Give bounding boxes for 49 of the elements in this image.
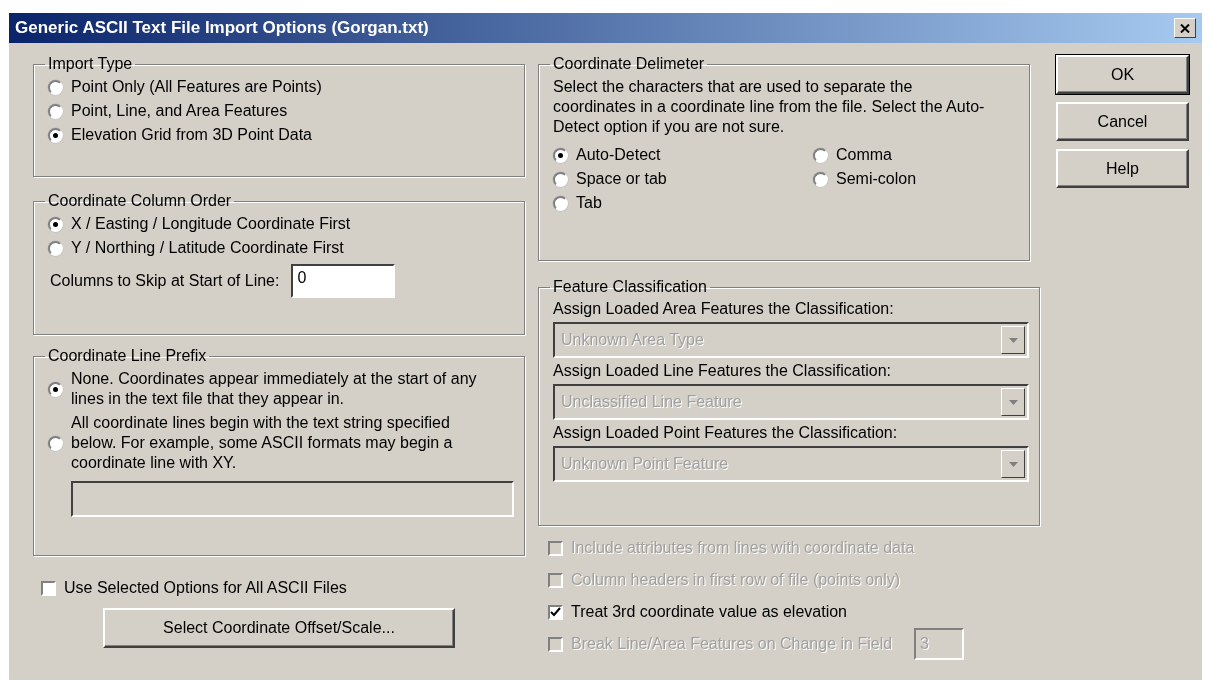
option-label: Point Only (All Features are Points) — [71, 77, 322, 97]
option-label: Point, Line, and Area Features — [71, 101, 288, 121]
field-label: Assign Loaded Area Features the Classification: — [553, 299, 895, 319]
input-field[interactable]: 0 — [291, 264, 396, 298]
radio-button[interactable] — [48, 240, 63, 256]
option-label: None. Coordinates appear immediately at the start of any lines in the text file that they appear in. — [71, 369, 478, 409]
group-title: Coordinate Line Prefix — [47, 347, 208, 365]
option-label: Semi-colon — [836, 169, 917, 189]
checkbox-label: Use Selected Options for All ASCII Files — [64, 578, 347, 598]
dropdown-arrow-icon — [1008, 461, 1018, 467]
dialog-button[interactable]: Cancel — [1056, 102, 1189, 141]
radio-button[interactable] — [813, 171, 828, 187]
option-label: Comma — [836, 145, 892, 165]
checkbox-label: Treat 3rd coordinate value as elevation — [571, 602, 847, 622]
offset-scale-button[interactable]: Select Coordinate Offset/Scale... — [103, 608, 455, 648]
dialog-button[interactable]: OK — [1056, 55, 1189, 94]
group-title: Feature Classification — [552, 278, 708, 296]
dropdown-arrow-icon — [1008, 399, 1018, 405]
radio-button[interactable] — [48, 381, 63, 397]
description-text: Select the characters that are used to separate the coordinates in a coordinate line from the file. Select the Auto-Detect option if you are not sure. — [553, 77, 986, 137]
group-title: Import Type — [47, 55, 134, 73]
radio-button[interactable] — [48, 435, 63, 451]
checkbox[interactable] — [41, 580, 56, 596]
window-title: Generic ASCII Text File Import Options (Gorgan.txt) — [15, 18, 429, 38]
dialog-button[interactable]: Help — [1056, 149, 1189, 188]
radio-button[interactable] — [48, 127, 63, 143]
radio-button[interactable] — [553, 147, 568, 163]
radio-button[interactable] — [48, 103, 63, 119]
option-label: X / Easting / Longitude Coordinate First — [71, 214, 351, 234]
option-label: Auto-Detect — [576, 145, 661, 165]
option-label: Y / Northing / Latitude Coordinate First — [71, 238, 344, 258]
close-button[interactable] — [1174, 18, 1196, 38]
field-label: Columns to Skip at Start of Line: — [50, 272, 280, 290]
radio-button[interactable] — [553, 195, 568, 211]
option-label: Tab — [576, 193, 602, 213]
group-title: Coordinate Column Order — [47, 192, 233, 210]
option-label: Space or tab — [576, 169, 667, 189]
checkbox[interactable] — [548, 604, 563, 620]
dropdown-arrow-icon — [1008, 337, 1018, 343]
option-label: Elevation Grid from 3D Point Data — [71, 125, 312, 145]
close-icon — [1180, 23, 1190, 33]
radio-button[interactable] — [813, 147, 828, 163]
radio-button[interactable] — [553, 171, 568, 187]
radio-button[interactable] — [48, 216, 63, 232]
radio-button[interactable] — [48, 79, 63, 95]
field-label: Assign Loaded Line Features the Classification: — [553, 361, 892, 381]
group-title: Coordinate Delimeter — [552, 55, 706, 73]
option-label: All coordinate lines begin with the text string specified below. For example, some ASCII formats may begin a coordinate line with XY. — [71, 413, 454, 473]
field-label: Assign Loaded Point Features the Classification: — [553, 423, 899, 443]
